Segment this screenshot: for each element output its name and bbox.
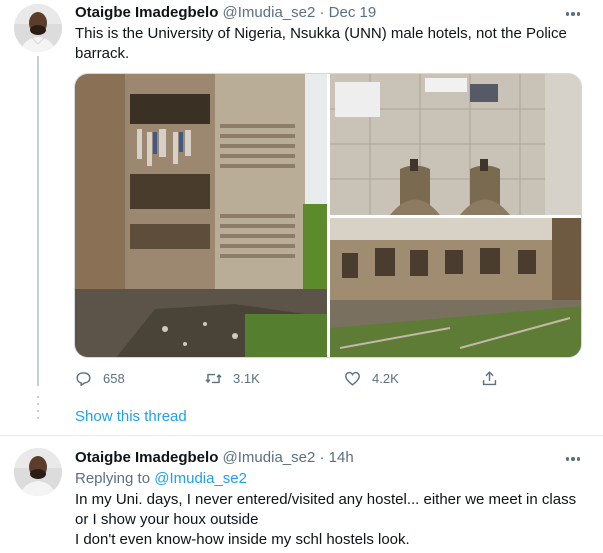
reply-button[interactable]: 658 <box>74 369 125 388</box>
tweet-1[interactable]: Otaigbe Imadegbelo @Imudia_se2 · Dec 19 … <box>0 0 603 435</box>
share-button[interactable] <box>480 369 499 388</box>
avatar[interactable] <box>14 448 62 496</box>
photo-hostel-building[interactable] <box>75 74 327 357</box>
replying-to: Replying to @Imudia_se2 <box>75 469 247 489</box>
thread-dots <box>37 396 39 424</box>
separator-dot: · <box>319 449 325 466</box>
tweet-text-line-1: In my Uni. days, I never entered/visited… <box>75 491 577 508</box>
retweet-button[interactable]: 3.1K <box>204 369 260 388</box>
tweet-date[interactable]: Dec 19 <box>329 4 377 21</box>
more-icon[interactable] <box>563 7 583 21</box>
tweet-date[interactable]: 14h <box>329 449 354 466</box>
media-grid <box>74 73 582 358</box>
more-icon[interactable] <box>563 452 583 466</box>
like-icon <box>345 371 360 386</box>
separator-dot: · <box>319 4 325 21</box>
retweet-count: 3.1K <box>233 371 260 386</box>
author-name[interactable]: Otaigbe Imadegbelo <box>75 449 218 466</box>
like-count: 4.2K <box>372 371 399 386</box>
retweet-icon <box>205 373 222 384</box>
avatar[interactable] <box>14 4 62 52</box>
thread-connector-line <box>37 56 39 386</box>
replying-to-label: Replying to <box>75 470 151 487</box>
tweet-text-line-3: I don't even know-how inside my schl hos… <box>75 531 410 548</box>
author-handle[interactable]: @Imudia_se2 <box>223 449 316 466</box>
replying-to-handle[interactable]: @Imudia_se2 <box>154 470 247 487</box>
author-handle[interactable]: @Imudia_se2 <box>223 4 316 21</box>
like-button[interactable]: 4.2K <box>343 369 399 388</box>
show-thread-link[interactable]: Show this thread <box>75 408 187 425</box>
tweet-text: In my Uni. days, I never entered/visited… <box>75 490 595 550</box>
tweet-header: Otaigbe Imadegbelo @Imudia_se2 · Dec 19 <box>75 3 376 23</box>
photo-toilet-wall[interactable] <box>330 74 581 215</box>
tweet-text-line-2: or I show your houx outside <box>75 511 259 528</box>
author-name[interactable]: Otaigbe Imadegbelo <box>75 4 218 21</box>
share-icon <box>482 371 497 386</box>
tweet-2[interactable]: Otaigbe Imadegbelo @Imudia_se2 · 14h Rep… <box>0 436 603 553</box>
photo-courtyard[interactable] <box>330 218 581 357</box>
reply-count: 658 <box>103 371 125 386</box>
tweet-actions: 658 3.1K 4.2K <box>74 369 504 391</box>
reply-icon <box>76 372 91 386</box>
tweet-text: This is the University of Nigeria, Nsukk… <box>75 25 567 62</box>
tweet-header: Otaigbe Imadegbelo @Imudia_se2 · 14h <box>75 448 354 468</box>
